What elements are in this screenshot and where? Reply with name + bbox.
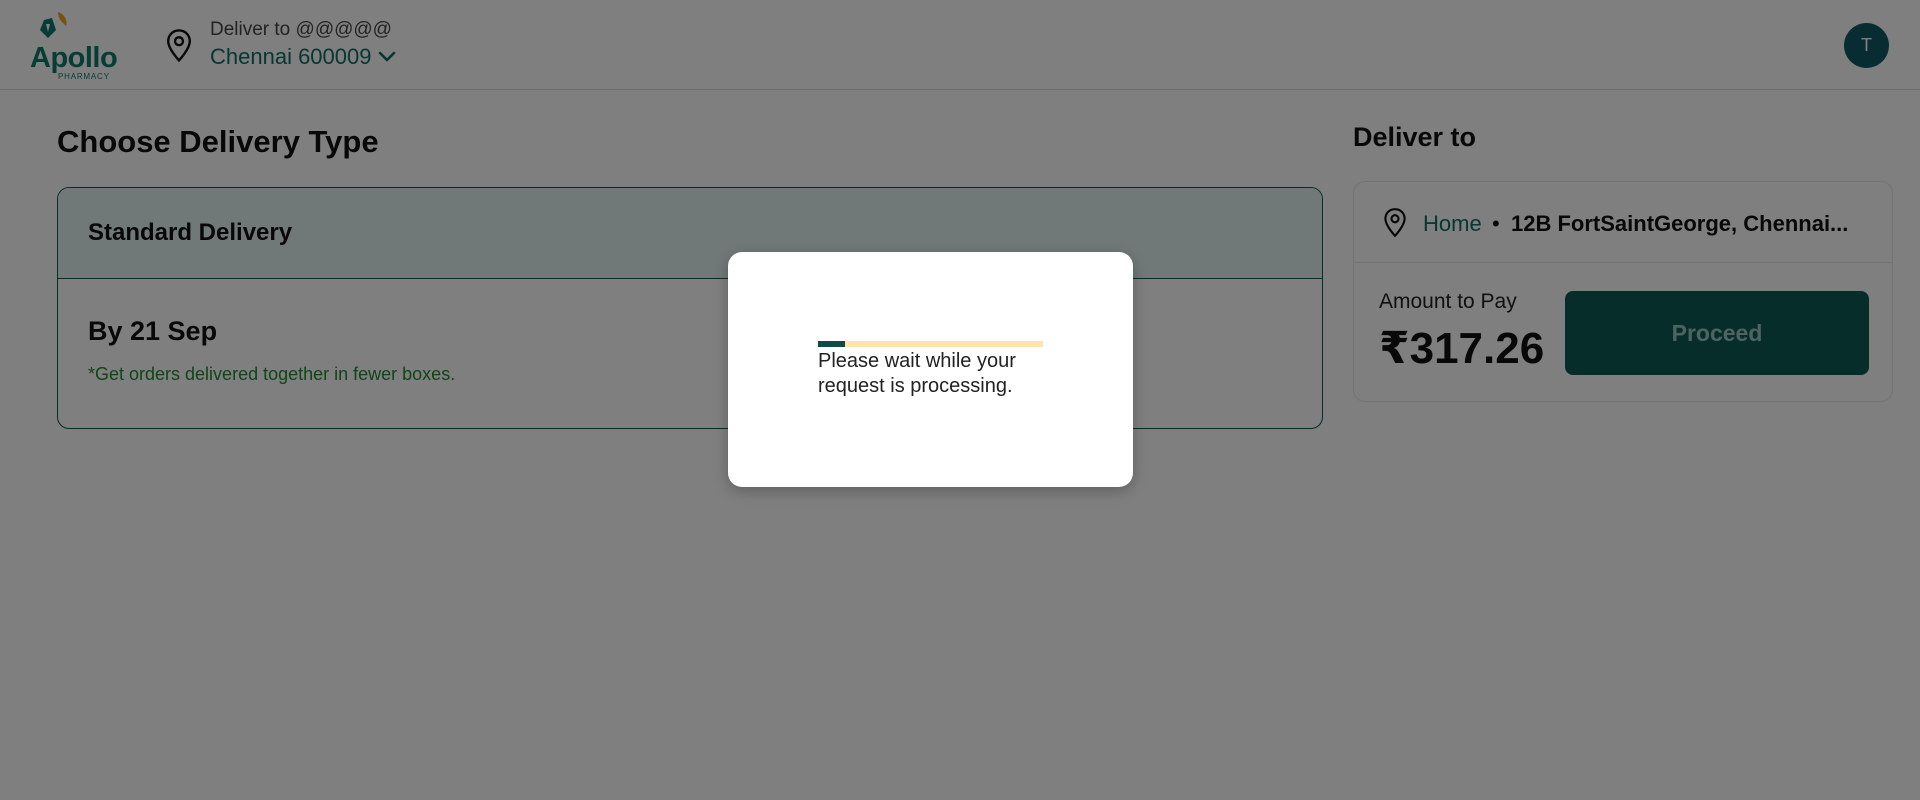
progress-bar-fill xyxy=(818,341,845,347)
processing-message: Please wait while your request is proces… xyxy=(818,350,1016,397)
progress-bar xyxy=(818,341,1043,347)
processing-modal: Please wait while your request is proces… xyxy=(728,252,1133,487)
